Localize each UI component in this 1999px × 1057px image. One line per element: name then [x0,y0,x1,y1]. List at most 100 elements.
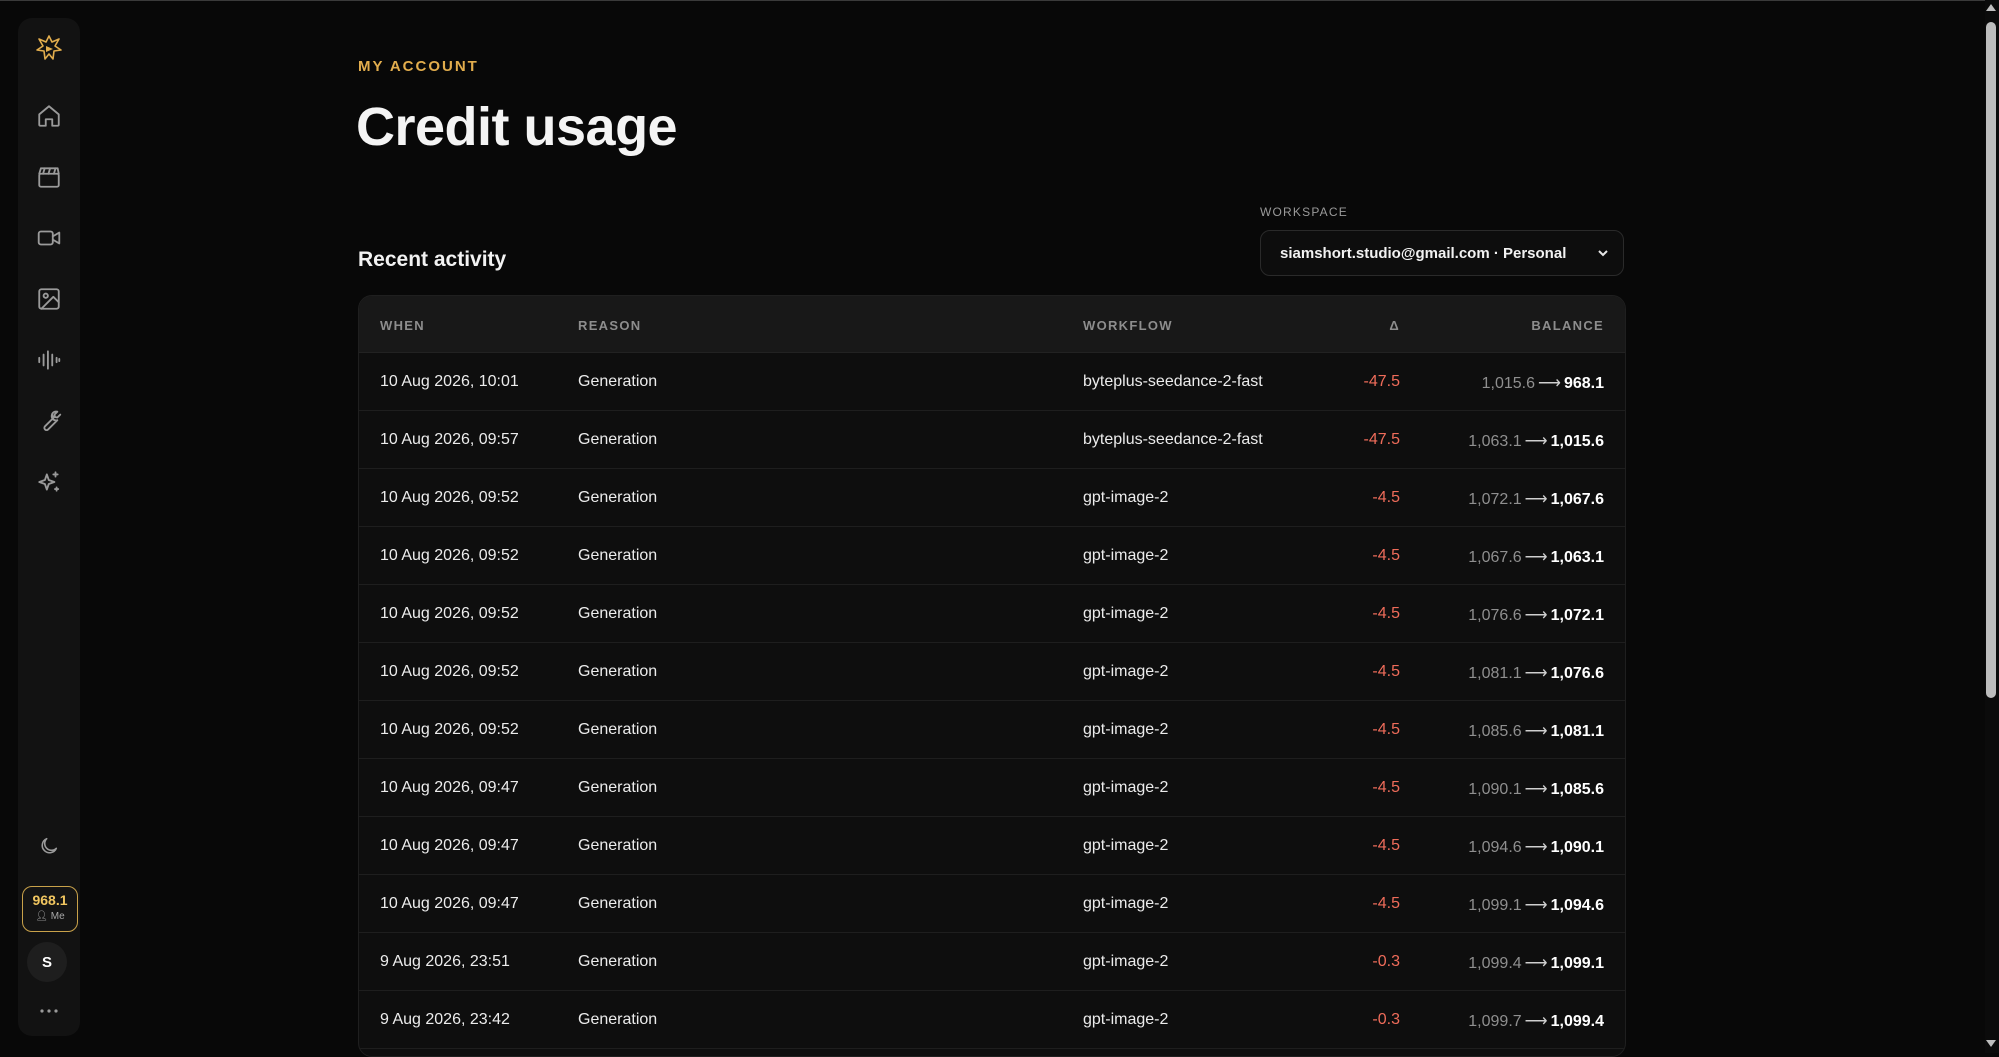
cell-workflow: gpt-image-2 [1083,663,1169,680]
credits-badge[interactable]: 968.1 👤︎ Me [22,886,78,932]
cell-when: 10 Aug 2026, 09:52 [380,489,519,506]
brand-logo-icon [36,35,62,60]
column-header-workflow: WORKFLOW [1083,318,1173,333]
sidebar-item-video[interactable] [31,220,67,256]
cell-reason: Generation [578,837,658,854]
balance-from: 1,094.6 [1468,839,1522,856]
credits-balance: 968.1 [32,892,68,908]
cell-delta: -4.5 [1372,895,1400,912]
balance-to: 1,085.6 [1550,781,1604,798]
cell-reason: Generation [578,489,658,506]
balance-to: 1,076.6 [1550,665,1604,682]
balance-from: 1,099.7 [1468,1013,1522,1030]
cell-workflow: gpt-image-2 [1083,1011,1169,1028]
balance-from: 1,099.1 [1468,897,1522,914]
cell-balance: 1,099.4 ⟶ 1,099.1 [1468,953,1604,973]
cell-balance: 1,072.1 ⟶ 1,067.6 [1468,489,1604,509]
scrollbar-thumb[interactable] [1986,22,1996,698]
arrow-right-icon: ⟶ [1524,491,1548,508]
cell-balance: 1,099.7 ⟶ 1,099.4 [1468,1011,1604,1031]
balance-to: 1,015.6 [1550,433,1604,450]
table-row: 10 Aug 2026, 09:52 Generation gpt-image-2 -… [359,585,1625,643]
audio-waveform-icon [38,350,61,370]
balance-to: 1,090.1 [1550,839,1604,856]
balance-from: 1,099.4 [1468,955,1522,972]
theme-toggle[interactable] [31,828,67,864]
table-row: 10 Aug 2026, 09:47 Generation gpt-image-2 -… [359,875,1625,933]
balance-from: 1,015.6 [1481,375,1536,392]
more-button[interactable] [31,993,67,1029]
sidebar-item-image[interactable] [31,281,67,317]
arrow-right-icon: ⟶ [1524,607,1548,624]
balance-from: 1,072.1 [1468,491,1522,508]
table-row: 10 Aug 2026, 09:52 Generation gpt-image-2 -… [359,469,1625,527]
column-header-delta: Δ [1389,318,1400,333]
arrow-right-icon: ⟶ [1524,955,1548,972]
arrow-right-icon: ⟶ [1524,781,1548,798]
cell-balance: 1,076.6 ⟶ 1,072.1 [1468,605,1604,625]
balance-to: 1,067.6 [1550,491,1604,508]
column-header-reason: REASON [578,318,642,333]
page-eyebrow: MY ACCOUNT [358,58,479,75]
cell-when: 10 Aug 2026, 09:47 [380,837,519,854]
cell-workflow: gpt-image-2 [1083,721,1169,738]
home-icon [38,105,60,127]
cell-delta: -47.5 [1363,431,1400,448]
balance-from: 1,090.1 [1468,781,1522,798]
cell-reason: Generation [578,1011,658,1028]
cell-balance: 1,099.1 ⟶ 1,094.6 [1468,895,1604,915]
cell-balance: 1,015.6 ⟶ 968.1 [1482,373,1604,393]
arrow-right-icon: ⟶ [1524,665,1548,682]
column-header-when: WHEN [380,318,425,333]
cell-reason: Generation [578,605,658,622]
sidebar-item-projects[interactable] [31,159,67,195]
cell-delta: -4.5 [1372,489,1400,506]
table-row: 10 Aug 2026, 09:52 Generation gpt-image-2 -… [359,527,1625,585]
balance-to: 1,072.1 [1550,607,1604,624]
arrow-right-icon: ⟶ [1524,1013,1548,1030]
cell-delta: -0.3 [1372,953,1400,970]
cell-reason: Generation [578,431,658,448]
avatar[interactable]: S [27,942,67,982]
cell-when: 10 Aug 2026, 09:47 [380,779,519,796]
cell-delta: -47.5 [1363,373,1400,390]
balance-to: 1,081.1 [1550,723,1604,740]
sidebar-item-ai[interactable] [31,464,67,500]
scroll-up-arrow[interactable] [1986,4,1996,11]
sidebar-item-tools[interactable] [31,403,67,439]
cell-workflow: gpt-image-2 [1083,605,1169,622]
cell-when: 9 Aug 2026, 23:51 [380,953,510,970]
balance-to: 1,094.6 [1550,897,1604,914]
brand-logo[interactable] [31,30,67,66]
cell-reason: Generation [578,953,658,970]
cell-when: 10 Aug 2026, 09:47 [380,895,519,912]
sidebar-item-home[interactable] [31,98,67,134]
wrench-icon [43,410,62,431]
arrow-right-icon: ⟶ [1524,723,1548,740]
window-top-border [0,0,1999,1]
balance-from: 1,085.6 [1468,723,1522,740]
cell-delta: -4.5 [1372,779,1400,796]
cell-balance: 1,063.1 ⟶ 1,015.6 [1468,431,1604,451]
table-body: 10 Aug 2026, 10:01 Generation byteplus-see… [359,353,1625,1049]
scroll-down-arrow[interactable] [1986,1040,1996,1047]
table-row: 9 Aug 2026, 23:42 Generation gpt-image-2 -0… [359,991,1625,1049]
credit-activity-table: WHEN REASON WORKFLOW Δ BALANCE 10 Aug 20… [358,295,1626,1057]
cell-reason: Generation [578,779,658,796]
credits-owner-label: Me [50,911,65,922]
cell-when: 10 Aug 2026, 09:57 [380,431,519,448]
balance-to: 1,063.1 [1550,549,1604,566]
sidebar-item-audio[interactable] [31,342,67,378]
cell-when: 10 Aug 2026, 09:52 [380,721,519,738]
cell-workflow: gpt-image-2 [1083,953,1169,970]
cell-workflow: gpt-image-2 [1083,489,1169,506]
cell-delta: -4.5 [1372,837,1400,854]
balance-to: 1,099.1 [1550,955,1604,972]
user-icon: 👤︎ [35,911,48,922]
cell-workflow: gpt-image-2 [1083,547,1169,564]
cell-workflow: byteplus-seedance-2-fast [1083,431,1263,448]
balance-to: 1,099.4 [1550,1013,1604,1030]
cell-delta: -4.5 [1372,663,1400,680]
balance-from: 1,076.6 [1468,607,1522,624]
workspace-select[interactable]: siamshort.studio@gmail.com · Personal [1260,230,1624,276]
